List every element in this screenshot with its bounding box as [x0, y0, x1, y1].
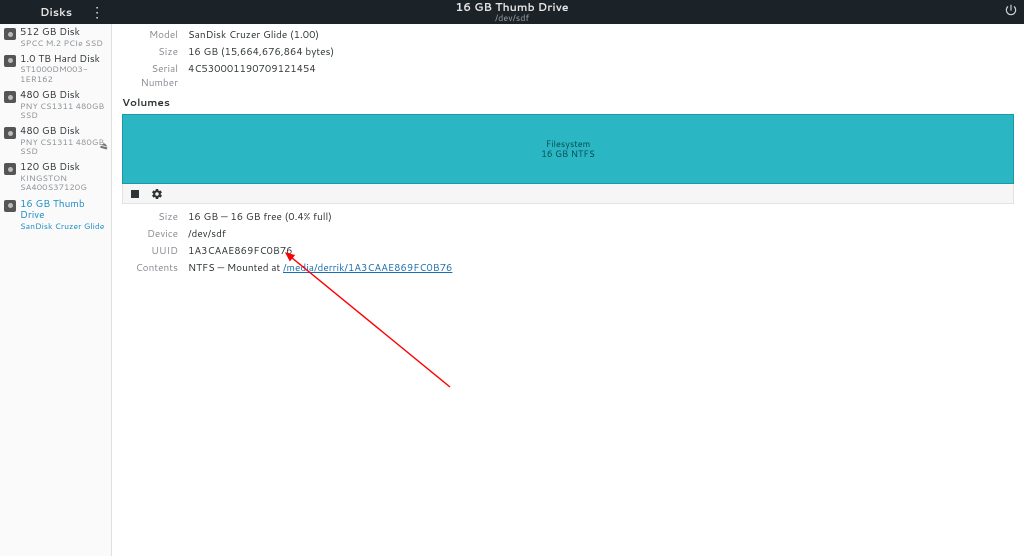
- sidebar-disk-item[interactable]: 480 GB Disk PNY CS1311 480GB SSD: [0, 123, 111, 159]
- value-serial: 4C530001190709121454: [188, 62, 316, 90]
- power-icon[interactable]: [1004, 3, 1018, 21]
- label-uuid: UUID: [122, 244, 188, 258]
- volume-options-button[interactable]: [151, 188, 163, 200]
- volume-block[interactable]: Filesystem 16 GB NTFS: [122, 114, 1014, 184]
- value-device: /dev/sdf: [188, 227, 226, 241]
- sidebar-item-name: 16 GB Thumb Drive: [20, 199, 107, 222]
- value-size: 16 GB (15,664,676,864 bytes): [188, 45, 334, 59]
- disk-icon: [4, 28, 16, 40]
- sidebar-item-sub: PNY CS1311 480GB SSD: [20, 102, 107, 121]
- disk-icon: [4, 163, 16, 175]
- label-part-size: Size: [122, 210, 188, 224]
- header-bar: Disks ⋮ 16 GB Thumb Drive /dev/sdf: [0, 0, 1024, 24]
- disk-icon: [4, 200, 16, 212]
- label-device: Device: [122, 227, 188, 241]
- label-contents: Contents: [122, 261, 188, 275]
- mount-path-link[interactable]: /media/derrik/1A3CAAE869FC0B76: [283, 261, 452, 275]
- gear-icon: [151, 188, 163, 200]
- sidebar-item-sub: ST1000DM003-1ER162: [20, 65, 107, 84]
- label-size: Size: [122, 45, 188, 59]
- value-model: SanDisk Cruzer Glide (1.00): [188, 28, 319, 42]
- label-model: Model: [122, 28, 188, 42]
- sidebar-disk-item[interactable]: 120 GB Disk KINGSTON SA400S37120G: [0, 159, 111, 195]
- value-part-size: 16 GB — 16 GB free (0.4% full): [188, 210, 332, 224]
- disk-icon: [4, 127, 16, 139]
- sidebar-item-sub: SPCC M.2 PCIe SSD: [20, 39, 103, 48]
- disk-icon: [4, 55, 16, 67]
- stop-icon: [131, 190, 139, 198]
- app-title: Disks: [40, 4, 72, 20]
- label-serial: Serial Number: [122, 62, 188, 90]
- disk-icon: [4, 91, 16, 103]
- volume-toolbar: [122, 184, 1014, 204]
- sidebar-disk-item[interactable]: 512 GB Disk SPCC M.2 PCIe SSD: [0, 24, 111, 51]
- volumes-heading: Volumes: [122, 96, 1014, 110]
- value-uuid: 1A3CAAE869FC0B76: [188, 244, 293, 258]
- sidebar-item-sub: SanDisk Cruzer Glide: [20, 222, 107, 231]
- contents-prefix: NTFS — Mounted at: [188, 261, 283, 275]
- sidebar-disk-item[interactable]: 1.0 TB Hard Disk ST1000DM003-1ER162: [0, 51, 111, 87]
- sidebar-item-sub: KINGSTON SA400S37120G: [20, 174, 107, 193]
- sidebar-disk-item[interactable]: 480 GB Disk PNY CS1311 480GB SSD: [0, 87, 111, 123]
- main-pane: Model SanDisk Cruzer Glide (1.00) Size 1…: [112, 24, 1024, 556]
- header-drive-title: 16 GB Thumb Drive /dev/sdf: [455, 1, 568, 23]
- unmount-button[interactable]: [129, 188, 141, 200]
- sidebar-item-sub: PNY CS1311 480GB SSD: [20, 138, 107, 157]
- value-contents: NTFS — Mounted at /media/derrik/1A3CAAE8…: [188, 261, 452, 275]
- app-menu-button[interactable]: ⋮: [90, 5, 104, 19]
- volume-size: 16 GB NTFS: [541, 149, 595, 159]
- disk-sidebar: 512 GB Disk SPCC M.2 PCIe SSD 1.0 TB Har…: [0, 24, 112, 556]
- sidebar-disk-item-selected[interactable]: 16 GB Thumb Drive SanDisk Cruzer Glide: [0, 196, 111, 234]
